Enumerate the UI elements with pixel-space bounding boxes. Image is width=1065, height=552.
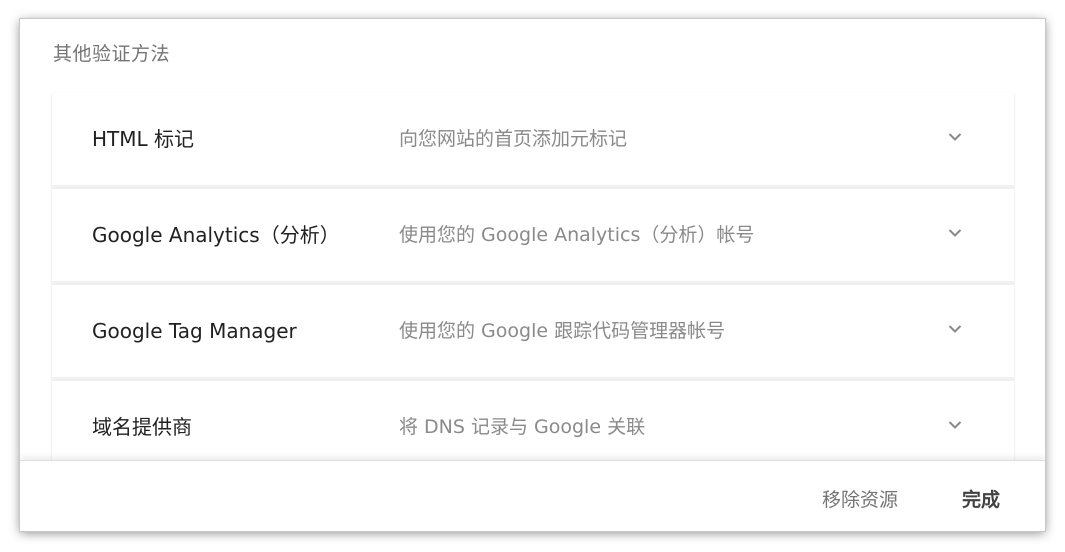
method-row-html-tag[interactable]: HTML 标记 向您网站的首页添加元标记 [52, 93, 1014, 189]
done-button[interactable]: 完成 [962, 461, 1000, 531]
remove-property-button[interactable]: 移除资源 [822, 461, 898, 531]
chevron-down-icon[interactable] [948, 420, 962, 430]
method-name: HTML 标记 [92, 127, 195, 151]
method-description: 使用您的 Google 跟踪代码管理器帐号 [399, 320, 726, 342]
method-row-google-analytics[interactable]: Google Analytics（分析） 使用您的 Google Analyti… [52, 189, 1014, 285]
chevron-down-icon[interactable] [948, 324, 962, 334]
verification-dialog: 其他验证方法 HTML 标记 向您网站的首页添加元标记 Google Analy… [20, 19, 1045, 531]
verification-method-list: HTML 标记 向您网站的首页添加元标记 Google Analytics（分析… [52, 93, 1014, 477]
method-name: Google Analytics（分析） [92, 223, 340, 247]
method-description: 向您网站的首页添加元标记 [399, 128, 628, 150]
method-row-google-tag-manager[interactable]: Google Tag Manager 使用您的 Google 跟踪代码管理器帐号 [52, 285, 1014, 381]
chevron-down-icon[interactable] [948, 228, 962, 238]
dialog-footer: 移除资源 完成 [20, 460, 1045, 531]
method-description: 使用您的 Google Analytics（分析）帐号 [399, 224, 755, 246]
method-name: Google Tag Manager [92, 319, 297, 343]
section-title: 其他验证方法 [53, 43, 171, 65]
chevron-down-icon[interactable] [948, 132, 962, 142]
